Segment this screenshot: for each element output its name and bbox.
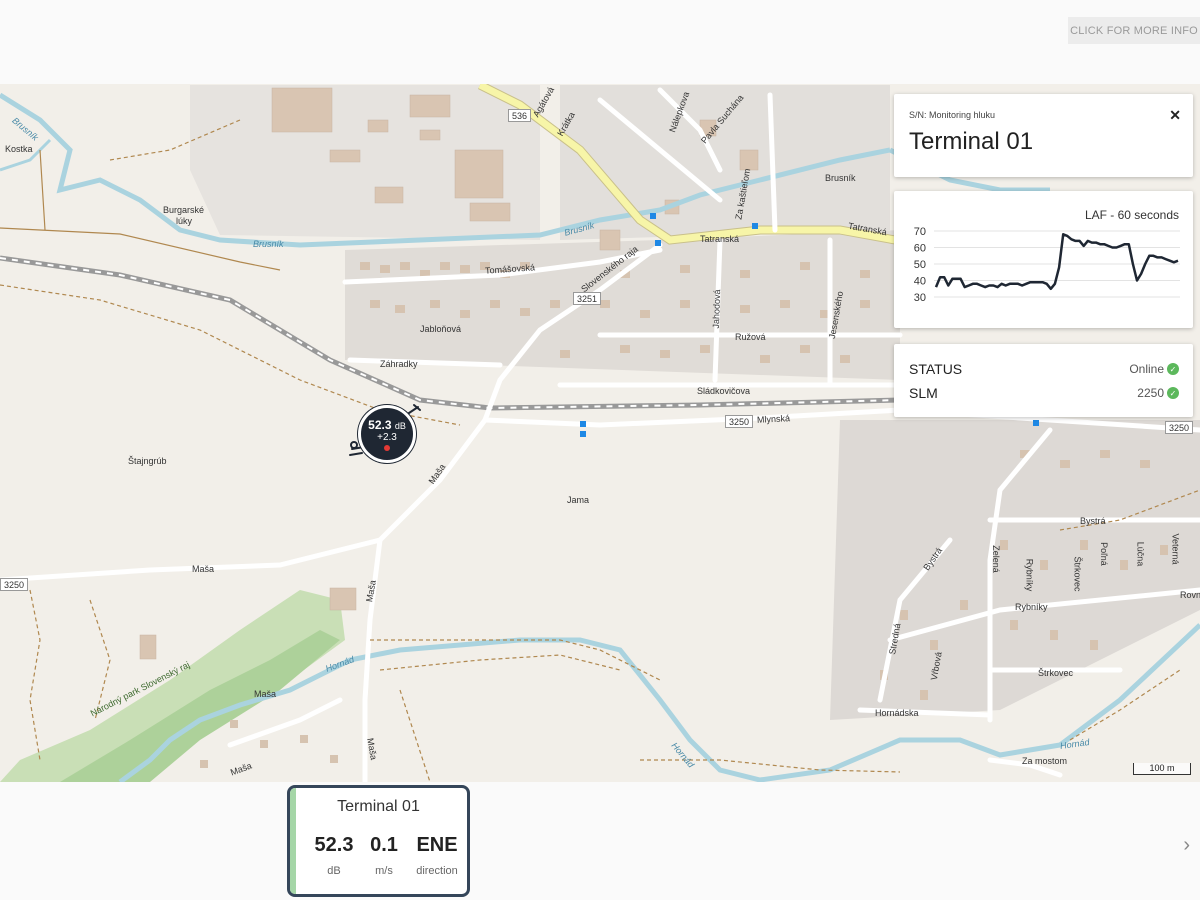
marker-status-dot bbox=[384, 445, 390, 451]
map-label-sladkovicova: Sládkovičova bbox=[697, 386, 751, 396]
map-label-polna: Poľná bbox=[1098, 542, 1109, 566]
map-label-jablonova: Jabloňová bbox=[420, 324, 462, 334]
map-label-strkovec-2: Štrkovec bbox=[1038, 668, 1074, 678]
map-label-lucna: Lúčna bbox=[1135, 541, 1146, 567]
metric-unit: direction bbox=[416, 865, 458, 877]
map-label-za-mostom: Za mostom bbox=[1022, 756, 1068, 766]
terminal-map-marker[interactable]: 52.3 dB +2.3 bbox=[348, 397, 422, 467]
metric-value: 0.1 bbox=[370, 834, 398, 856]
y-tick-label: 30 bbox=[914, 292, 926, 304]
map-label-kostka: Kostka bbox=[5, 144, 33, 154]
metric-noise: 52.3 dB bbox=[308, 834, 360, 877]
map-label-jahodova: Jahodová bbox=[710, 289, 723, 329]
map-label-zelena: Zelená bbox=[990, 545, 1001, 573]
status-value: Online ✓ bbox=[1129, 362, 1179, 376]
marker-value: 52.3 dB bbox=[368, 418, 406, 432]
terminal-title: Terminal 01 bbox=[909, 128, 1034, 155]
map-label-zahradky: Záhradky bbox=[380, 359, 418, 369]
metric-value: 52.3 bbox=[314, 834, 354, 856]
map-base bbox=[0, 84, 1200, 782]
terminal-strip: Terminal 01 52.3 dB 0.1 m/s ENE directio… bbox=[0, 782, 1200, 900]
chevron-right-icon[interactable]: › bbox=[1183, 834, 1190, 857]
map-view[interactable]: Kostka Brusník Burgarské lúky Brusník Br… bbox=[0, 84, 1200, 782]
slm-label: SLM bbox=[909, 385, 938, 401]
map-label-river-brusnik-2: Brusník bbox=[253, 239, 284, 249]
close-icon[interactable]: ✕ bbox=[1169, 107, 1181, 124]
map-label-veterna: Veterná bbox=[1170, 533, 1181, 565]
map-label-burgarske: Burgarské bbox=[163, 205, 205, 215]
status-label: STATUS bbox=[909, 361, 963, 377]
laf-chart-card: LAF - 60 seconds 30 40 50 60 70 bbox=[894, 191, 1193, 328]
map-label-ruzova: Ružová bbox=[735, 332, 766, 342]
map-label-rovna: Rovn bbox=[1180, 590, 1200, 600]
road-shield-3250-b: 3250 bbox=[0, 578, 29, 591]
metric-unit: dB bbox=[327, 865, 341, 877]
y-tick-label: 50 bbox=[914, 259, 926, 271]
status-row: STATUS Online ✓ bbox=[909, 360, 1179, 378]
status-card: STATUS Online ✓ SLM 2250 ✓ bbox=[894, 344, 1193, 417]
top-bar: CLICK FOR MORE INFO bbox=[0, 0, 1200, 84]
check-icon: ✓ bbox=[1167, 387, 1179, 399]
map-label-masa-4: Maša bbox=[254, 689, 277, 699]
more-info-button[interactable]: CLICK FOR MORE INFO bbox=[1068, 17, 1200, 44]
road-shield-3251: 3251 bbox=[573, 292, 602, 305]
marker-delta: +2.3 bbox=[377, 432, 397, 443]
map-label-hornadska: Hornádska bbox=[875, 708, 919, 718]
terminal-card-name: Terminal 01 bbox=[337, 798, 420, 815]
slm-row: SLM 2250 ✓ bbox=[909, 384, 1179, 402]
road-shield-3250-a: 3250 bbox=[725, 415, 754, 428]
map-label-luky: lúky bbox=[176, 216, 193, 226]
road-shield-3250-c: 3250 bbox=[1165, 421, 1194, 434]
y-tick-label: 40 bbox=[914, 276, 926, 288]
map-label-bystra-1: Bystrá bbox=[1080, 516, 1106, 526]
y-tick-label: 70 bbox=[914, 226, 926, 238]
check-icon: ✓ bbox=[1167, 363, 1179, 375]
map-label-brusnik-street: Brusník bbox=[825, 173, 856, 183]
map-label-rybniky-2: Rybníky bbox=[1015, 602, 1048, 612]
map-label-jama: Jama bbox=[567, 495, 590, 505]
metric-wind-direction: ENE direction bbox=[408, 834, 466, 877]
map-label-rybniky-1: Rybníky bbox=[1024, 558, 1035, 592]
slm-value: 2250 ✓ bbox=[1137, 386, 1179, 400]
map-scale: 100 m bbox=[1133, 763, 1191, 775]
laf-chart: 30 40 50 60 70 bbox=[914, 226, 1180, 304]
serial-label: S/N: Monitoring hluku bbox=[909, 110, 996, 120]
metric-value: ENE bbox=[416, 834, 458, 856]
map-label-strkovec-1: Štrkovec bbox=[1072, 556, 1083, 592]
road-shield-536: 536 bbox=[508, 109, 532, 122]
y-tick-label: 60 bbox=[914, 243, 926, 255]
metric-unit: m/s bbox=[375, 865, 393, 877]
metric-wind-speed: 0.1 m/s bbox=[362, 834, 406, 877]
map-label-mlynska: Mlynská bbox=[756, 413, 791, 425]
map-label-tatranska-1: Tatranská bbox=[700, 234, 740, 244]
terminal-info-card: S/N: Monitoring hluku Terminal 01 ✕ bbox=[894, 94, 1193, 177]
map-label-stajngrub: Štajngrúb bbox=[128, 456, 167, 466]
marker-badge: 52.3 dB +2.3 bbox=[358, 405, 416, 463]
map-label-masa-2: Maša bbox=[192, 564, 215, 574]
terminal-card[interactable]: Terminal 01 52.3 dB 0.1 m/s ENE directio… bbox=[287, 785, 470, 897]
